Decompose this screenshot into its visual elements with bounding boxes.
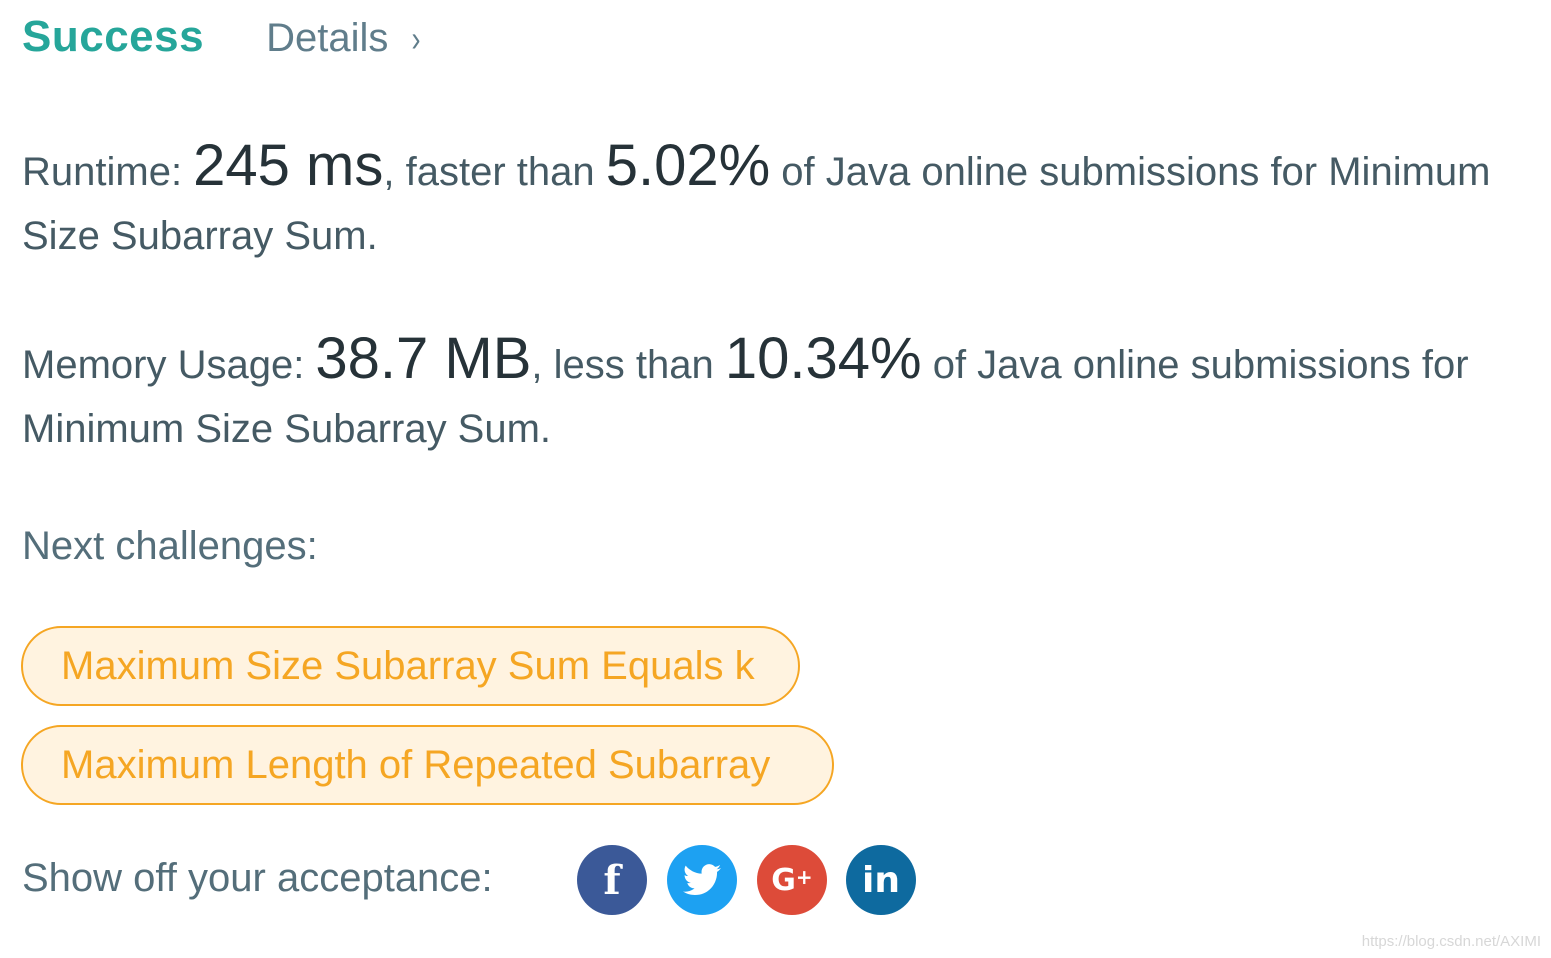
memory-stat: Memory Usage: 38.7 MB, less than 10.34% … — [22, 327, 1532, 461]
memory-percent: 10.34% — [724, 326, 922, 391]
details-link[interactable]: Details › — [266, 16, 422, 61]
submission-status: Success — [22, 12, 205, 61]
google-plus-icon: G+ — [771, 862, 813, 898]
twitter-icon — [683, 864, 721, 896]
next-challenges-label: Next challenges: — [22, 524, 318, 568]
runtime-value: 245 ms — [193, 133, 384, 198]
twitter-share-button[interactable] — [667, 845, 737, 915]
facebook-icon: f — [603, 856, 621, 904]
facebook-share-button[interactable]: f — [577, 845, 647, 915]
linkedin-share-button[interactable]: in — [846, 845, 916, 915]
challenge-link[interactable]: Maximum Length of Repeated Subarray — [21, 725, 834, 805]
watermark: https://blog.csdn.net/AXIMI — [1361, 933, 1541, 950]
runtime-label: Runtime: — [22, 150, 194, 194]
memory-value: 38.7 MB — [315, 326, 532, 391]
runtime-comparison: , faster than — [383, 150, 606, 194]
result-header: Success Details › — [22, 12, 422, 72]
memory-comparison: , less than — [531, 343, 725, 387]
google-plus-share-button[interactable]: G+ — [757, 845, 827, 915]
linkedin-icon: in — [862, 859, 900, 901]
runtime-percent: 5.02% — [605, 133, 771, 198]
details-label: Details — [266, 16, 389, 60]
memory-label: Memory Usage: — [22, 343, 316, 387]
chevron-right-icon: › — [411, 18, 421, 59]
runtime-stat: Runtime: 245 ms, faster than 5.02% of Ja… — [22, 134, 1532, 268]
challenge-link[interactable]: Maximum Size Subarray Sum Equals k — [21, 626, 800, 706]
share-label: Show off your acceptance: — [22, 856, 493, 900]
